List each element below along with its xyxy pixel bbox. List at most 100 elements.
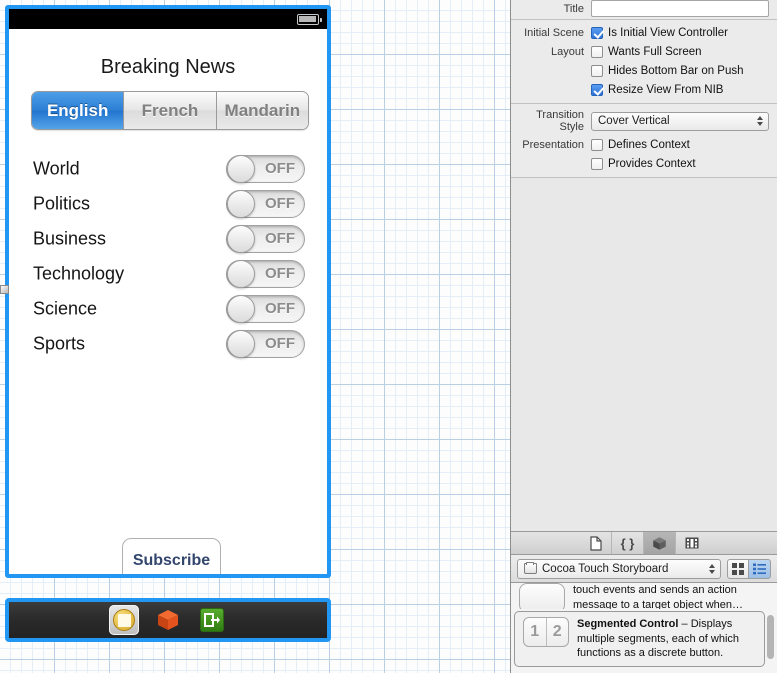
utilities-pane: Title Initial Scene Is Initial View Cont… — [510, 0, 777, 673]
is-initial-view-controller-checkbox[interactable] — [591, 26, 603, 39]
toggle-switch-politics[interactable]: OFF — [226, 189, 305, 218]
view-controller-scene[interactable]: Breaking News English French Mandarin Wo… — [5, 5, 331, 578]
transition-group: Transition Style Cover Vertical Presenta… — [511, 104, 777, 177]
library-view-toggle[interactable] — [727, 558, 771, 579]
library-tab-bar[interactable]: { } — [511, 531, 777, 555]
toggle-switch-sports[interactable]: OFF — [226, 329, 305, 358]
transition-style-value: Cover Vertical — [598, 115, 670, 127]
hides-bottom-bar-row[interactable]: Hides Bottom Bar on Push — [511, 61, 777, 80]
library-selector-bar[interactable]: Cocoa Touch Storyboard — [511, 555, 777, 583]
switch-row[interactable]: Business OFF — [9, 221, 327, 256]
title-input[interactable] — [591, 0, 769, 17]
grid-view-button[interactable] — [727, 558, 749, 579]
library-filter-popup[interactable]: Cocoa Touch Storyboard — [517, 558, 721, 579]
segmented-control-thumb-right: 2 — [552, 623, 562, 640]
subscribe-button[interactable]: Subscribe — [122, 538, 221, 574]
library-item-title: Segmented Control — [577, 618, 679, 630]
switch-row-label: Sports — [33, 333, 86, 353]
title-row[interactable]: Title — [511, 0, 777, 19]
provides-context-row[interactable]: Provides Context — [511, 154, 777, 173]
initial-scene-label: Initial Scene — [524, 26, 584, 39]
library-scrollbar[interactable] — [767, 615, 774, 659]
is-initial-view-controller-label: Is Initial View Controller — [608, 26, 728, 39]
switch-row[interactable]: Science OFF — [9, 291, 327, 326]
resize-view-row[interactable]: Resize View From NIB — [511, 80, 777, 99]
scene-dock[interactable] — [5, 598, 331, 642]
library-item-description: Segmented Control – Displays multiple se… — [577, 617, 756, 661]
folder-icon — [524, 562, 537, 574]
object-library-tab[interactable] — [644, 532, 676, 554]
segmented-control-thumb: 1 2 — [523, 617, 569, 647]
switch-knob — [227, 294, 255, 323]
layout-row[interactable]: Layout Wants Full Screen — [511, 42, 777, 61]
switch-row-label: Politics — [33, 193, 91, 213]
round-rect-button-thumb — [519, 583, 565, 609]
library-item-description-line1: touch events and sends an action — [573, 584, 737, 596]
segment-mandarin[interactable]: Mandarin — [216, 92, 308, 129]
hides-bottom-bar-on-push-checkbox[interactable] — [591, 64, 603, 77]
toggle-switch-business[interactable]: OFF — [226, 224, 305, 253]
page-title: Breaking News — [100, 56, 236, 78]
transition-style-popup[interactable]: Cover Vertical — [591, 111, 769, 131]
chevron-updown-icon — [757, 116, 763, 126]
title-label: Title — [563, 2, 584, 15]
switch-row-list: World OFF Politics OFF Business OFF Tech… — [9, 151, 327, 361]
transition-style-row[interactable]: Transition Style Cover Vertical — [511, 107, 777, 135]
defines-context-label: Defines Context — [608, 138, 690, 151]
segment-french[interactable]: French — [124, 92, 217, 129]
presentation-row[interactable]: Presentation Defines Context — [511, 135, 777, 154]
media-library-tab[interactable] — [676, 532, 708, 554]
view-controller-group: Initial Scene Is Initial View Controller… — [511, 20, 777, 103]
library-item-dash: – — [678, 618, 691, 630]
segmented-control[interactable]: English French Mandarin — [31, 91, 309, 130]
xcode-storyboard-window: Breaking News English French Mandarin Wo… — [0, 0, 777, 673]
switch-row-label: Business — [33, 228, 107, 248]
provides-context-checkbox[interactable] — [591, 157, 603, 170]
attributes-inspector: Title Initial Scene Is Initial View Cont… — [511, 0, 777, 178]
list-view-button[interactable] — [749, 558, 771, 579]
hides-bottom-bar-on-push-label: Hides Bottom Bar on Push — [608, 64, 744, 77]
switch-state-label: OFF — [265, 300, 295, 317]
code-snippet-library-tab[interactable]: { } — [612, 532, 644, 554]
view-controller-icon[interactable] — [109, 605, 139, 635]
switch-row-label: Science — [33, 298, 98, 318]
library-filter-value: Cocoa Touch Storyboard — [542, 562, 669, 575]
object-library-list[interactable]: touch events and sends an action message… — [511, 583, 777, 673]
segment-english[interactable]: English — [32, 92, 125, 129]
status-bar — [9, 9, 327, 29]
switch-state-label: OFF — [265, 160, 295, 177]
wants-full-screen-checkbox[interactable] — [591, 45, 603, 58]
first-responder-cube-icon[interactable] — [153, 605, 183, 635]
wants-full-screen-label: Wants Full Screen — [608, 45, 702, 58]
switch-row[interactable]: Sports OFF — [9, 326, 327, 361]
switch-row[interactable]: World OFF — [9, 151, 327, 186]
view-controller-view[interactable]: Breaking News English French Mandarin Wo… — [9, 29, 327, 574]
switch-knob — [227, 154, 255, 183]
chevron-updown-icon — [709, 563, 715, 574]
switch-row-label: World — [33, 158, 80, 178]
file-template-library-tab[interactable] — [580, 532, 612, 554]
storyboard-canvas[interactable]: Breaking News English French Mandarin Wo… — [0, 0, 510, 673]
inspector-empty-area — [511, 178, 777, 531]
toggle-switch-technology[interactable]: OFF — [226, 259, 305, 288]
presentation-label: Presentation — [522, 138, 584, 151]
switch-knob — [227, 259, 255, 288]
resize-view-from-nib-label: Resize View From NIB — [608, 83, 724, 96]
toggle-switch-science[interactable]: OFF — [226, 294, 305, 323]
library-item-description: touch events and sends an action message… — [573, 583, 743, 609]
switch-state-label: OFF — [265, 195, 295, 212]
switch-row[interactable]: Politics OFF — [9, 186, 327, 221]
list-item[interactable]: touch events and sends an action message… — [511, 583, 777, 609]
exit-segue-icon[interactable] — [197, 605, 227, 635]
selection-resize-handle-left[interactable] — [0, 285, 9, 294]
toggle-switch-world[interactable]: OFF — [226, 154, 305, 183]
list-item-segmented-control[interactable]: 1 2 Segmented Control – Displays multipl… — [514, 611, 765, 667]
defines-context-checkbox[interactable] — [591, 138, 603, 151]
initial-scene-row[interactable]: Initial Scene Is Initial View Controller — [511, 23, 777, 42]
switch-row-label: Technology — [33, 263, 125, 283]
switch-state-label: OFF — [265, 265, 295, 282]
switch-state-label: OFF — [265, 230, 295, 247]
segmented-control-thumb-left: 1 — [524, 618, 547, 646]
resize-view-from-nib-checkbox[interactable] — [591, 83, 603, 96]
switch-row[interactable]: Technology OFF — [9, 256, 327, 291]
